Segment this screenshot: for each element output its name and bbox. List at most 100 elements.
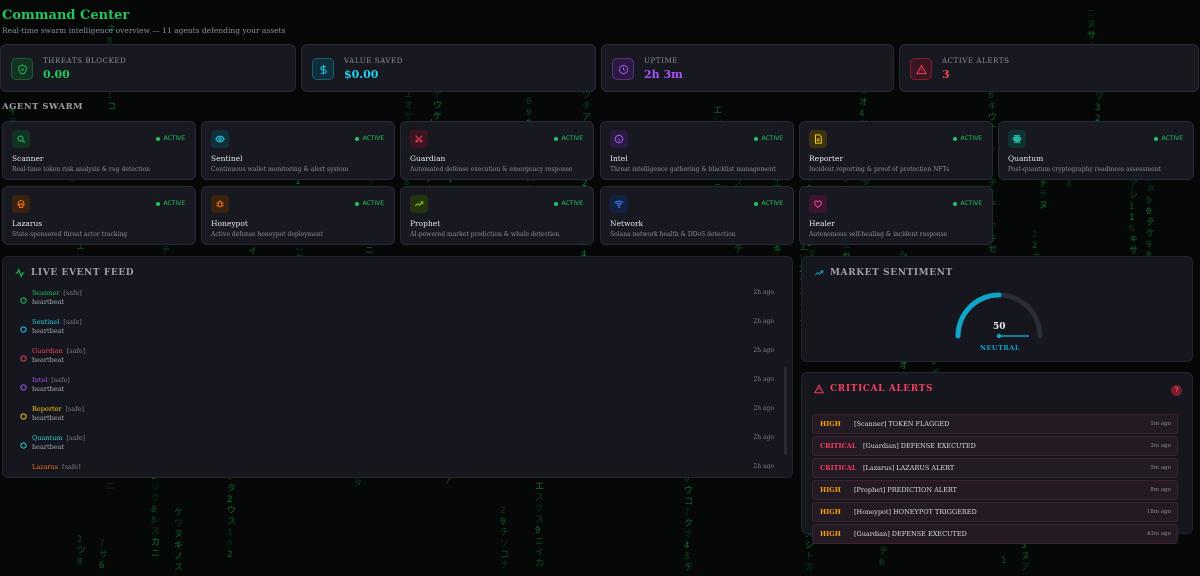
feed-item: Quantum [safe] heartbeat 2h ago — [17, 432, 776, 461]
feed-tag: [safe] — [66, 347, 86, 355]
feed-item: Guardian [safe] heartbeat 2h ago — [17, 345, 776, 374]
alert-severity: CRITICAL — [820, 442, 857, 450]
feed-agent-name: Quantum [safe] — [32, 434, 86, 442]
agent-name: Quantum — [1008, 154, 1044, 163]
swords-icon — [410, 130, 428, 148]
feed-item: Lazarus[safe]heartbeat2h ago — [17, 461, 776, 469]
dollar-icon — [312, 58, 334, 80]
eye-icon — [211, 130, 229, 148]
stat-label: THREATS BLOCKED — [43, 57, 127, 65]
feed-message: heartbeat — [32, 356, 65, 364]
agent-card-lazarus[interactable]: ACTIVE Lazarus State-sponsored threat ac… — [2, 186, 196, 245]
feed-tag: [safe] — [51, 376, 70, 384]
agent-name: Guardian — [410, 154, 446, 163]
feed-item: Reporter [safe] heartbeat 2h ago — [17, 403, 776, 432]
feed-item: Sentinel [safe] heartbeat 2h ago — [17, 316, 776, 345]
agent-status-badge: ACTIVE — [754, 135, 783, 142]
page-title: Command Center — [2, 8, 130, 23]
feed-message: heartbeat — [32, 414, 65, 422]
agent-status-badge: ACTIVE — [156, 200, 185, 207]
agent-status-badge: ACTIVE — [554, 135, 583, 142]
agent-card-reporter[interactable]: ACTIVE Reporter Incident reporting & pro… — [799, 121, 993, 180]
stat-value: 0.00 — [43, 68, 70, 81]
alert-row[interactable]: CRITICAL [Lazarus] LAZARUS ALERT 5m ago — [812, 458, 1178, 478]
agent-status-badge: ACTIVE — [554, 200, 583, 207]
alert-text: [Scanner] TOKEN FLAGGED — [854, 420, 950, 428]
sentiment-title: MARKET SENTIMENT — [814, 268, 953, 278]
agent-status-badge: ACTIVE — [953, 200, 982, 207]
stat-card-active-alerts: ACTIVE ALERTS 3 — [899, 44, 1199, 92]
alerts-count-badge[interactable]: ? — [1171, 385, 1182, 396]
agent-description: Real-time token risk analysis & rug dete… — [12, 166, 151, 173]
agent-status-badge: ACTIVE — [754, 200, 783, 207]
feed-message: heartbeat — [32, 443, 65, 451]
alert-row[interactable]: HIGH [Honeypot] HONEYPOT TRIGGERED 18m ago — [812, 502, 1178, 522]
agent-card-scanner[interactable]: ACTIVE Scanner Real-time token risk anal… — [2, 121, 196, 180]
agent-name: Network — [610, 219, 644, 228]
stat-label: UPTIME — [644, 57, 678, 65]
alert-row[interactable]: CRITICAL [Guardian] DEFENSE EXECUTED 3m ag… — [812, 436, 1178, 456]
alert-time: 8m ago — [1150, 487, 1171, 493]
agent-card-prophet[interactable]: ACTIVE Prophet AI-powered market predict… — [400, 186, 594, 245]
agent-card-honeypot[interactable]: ACTIVE Honeypot Active defense honeypot … — [201, 186, 395, 245]
feed-agent-name: Sentinel [safe] — [32, 318, 82, 326]
alert-text: [Guardian] DEFENSE EXECUTED — [863, 442, 976, 450]
alert-row[interactable]: HIGH [Prophet] PREDICTION ALERT 8m ago — [812, 480, 1178, 500]
feed-tag: [safe] — [62, 463, 81, 469]
feed-time: 2h ago — [753, 405, 774, 412]
agent-description: State-sponsored threat actor tracking — [12, 231, 128, 238]
agent-card-network[interactable]: ACTIVE Network Solana network health & D… — [600, 186, 794, 245]
heart-icon — [809, 195, 827, 213]
alert-severity: HIGH — [820, 530, 841, 538]
clock-icon — [612, 58, 634, 80]
agent-name: Reporter — [809, 154, 844, 163]
trending-up-icon — [410, 195, 428, 213]
alert-severity: HIGH — [820, 486, 841, 494]
feed-time: 2h ago — [753, 463, 774, 469]
event-feed-list[interactable]: Scanner [safe] heartbeat 2h ago Sentinel [saf… — [17, 287, 776, 469]
agent-swarm-title: AGENT SWARM — [2, 102, 84, 112]
shield-icon — [11, 58, 33, 80]
alert-row[interactable]: HIGH [Guardian] DEFENSE EXECUTED 43m ago — [812, 524, 1178, 544]
agent-card-quantum[interactable]: ACTIVE Quantum Post-quantum cryptography… — [998, 121, 1194, 180]
skull-icon — [19, 464, 28, 469]
gauge-hub — [996, 333, 1002, 339]
sentiment-value: 50 — [993, 322, 1006, 332]
agent-status-badge: ACTIVE — [156, 135, 185, 142]
alert-time: 18m ago — [1146, 509, 1171, 515]
feed-tag: [safe] — [63, 318, 82, 326]
agent-description: Automated defense execution & emergency … — [410, 166, 573, 173]
feed-time: 2h ago — [753, 376, 774, 383]
search-icon — [12, 130, 30, 148]
agent-description: Autonomous self-healing & incident respo… — [809, 231, 948, 238]
warning-icon — [910, 58, 932, 80]
alert-time: 1m ago — [1150, 421, 1171, 427]
agent-status-badge: ACTIVE — [953, 135, 982, 142]
agent-card-healer[interactable]: ACTIVE Healer Autonomous self-healing & … — [799, 186, 993, 245]
agent-description: Active defense honeypot deployment — [211, 231, 324, 238]
stat-card-uptime: UPTIME 2h 3m — [601, 44, 894, 92]
alert-time: 5m ago — [1150, 465, 1171, 471]
feed-time: 2h ago — [753, 289, 774, 296]
alert-row[interactable]: HIGH [Scanner] TOKEN FLAGGED 1m ago — [812, 414, 1178, 434]
agent-description: Threat intelligence gathering & blacklis… — [610, 166, 776, 173]
activity-icon — [15, 268, 25, 278]
agent-card-intel[interactable]: ACTIVE Intel Threat intelligence gatheri… — [600, 121, 794, 180]
feed-time: 2h ago — [753, 434, 774, 441]
feed-agent-name: Lazarus [safe] — [32, 463, 81, 469]
agent-card-sentinel[interactable]: ACTIVE Sentinel Continuous wallet monito… — [201, 121, 395, 180]
feed-title: LIVE EVENT FEED — [15, 268, 134, 278]
feed-agent-name: Guardian [safe] — [32, 347, 86, 355]
feed-scrollbar[interactable] — [784, 367, 787, 455]
agent-card-guardian[interactable]: ACTIVE Guardian Automated defense execut… — [400, 121, 594, 180]
swords-icon — [19, 348, 28, 362]
alert-text: [Prophet] PREDICTION ALERT — [854, 486, 957, 494]
agent-description: Solana network health & DDoS detection — [610, 231, 736, 238]
feed-time: 2h ago — [753, 347, 774, 354]
alert-time: 43m ago — [1146, 531, 1171, 537]
bug-icon — [211, 195, 229, 213]
feed-tag: [safe] — [63, 289, 82, 297]
alert-severity: HIGH — [820, 508, 841, 516]
skull-icon — [12, 195, 30, 213]
sentiment-label: NEUTRAL — [980, 344, 1020, 352]
